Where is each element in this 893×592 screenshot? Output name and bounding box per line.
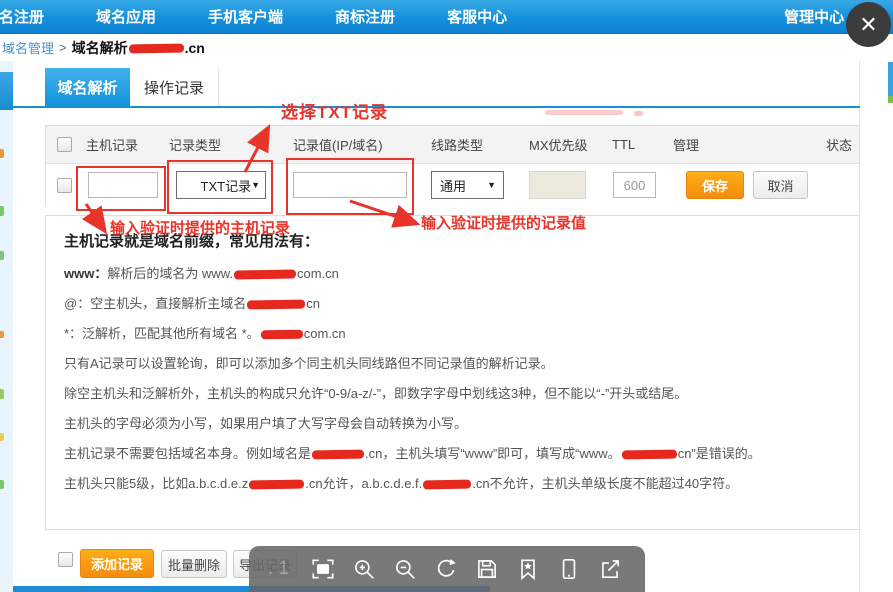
rotate-icon[interactable] (433, 556, 459, 582)
tab-underline (13, 106, 860, 108)
annotation-host-hint: 输入验证时提供的主机记录 (110, 217, 290, 238)
table-header-row: 主机记录 记录类型 记录值(IP/域名) 线路类型 MX优先级 TTL 管理 状… (46, 126, 859, 164)
bottom-select-checkbox[interactable] (58, 552, 73, 567)
redaction-scribble (312, 450, 364, 460)
dns-record-table: 主机记录 记录类型 记录值(IP/域名) 线路类型 MX优先级 TTL 管理 状… (45, 125, 860, 206)
redaction-scribble (249, 480, 304, 490)
cancel-button[interactable]: 取消 (753, 171, 808, 199)
new-record-row: TXT记录 ▼ 通用 ▼ 保存 取消 (46, 164, 859, 206)
fit-screen-icon[interactable] (310, 556, 336, 582)
nav-account-label: 管理中心 (784, 6, 844, 27)
batch-delete-button[interactable]: 批量删除 (161, 550, 227, 578)
top-nav: 域名注册 域名应用 手机客户端 商标注册 客服中心 管理中心 ▼ (0, 0, 893, 34)
row-checkbox[interactable] (57, 178, 72, 193)
annotation-value-hint: 输入验证时提供的记录值 (421, 212, 586, 233)
record-type-value: TXT记录 (201, 176, 252, 195)
redaction-scribble (622, 450, 677, 460)
tab-bar: 域名解析 操作记录 (45, 68, 219, 107)
zoom-out-icon[interactable] (392, 556, 418, 582)
close-button[interactable]: ✕ (846, 2, 891, 47)
redaction-scribble (247, 300, 305, 310)
chevron-down-icon: ▼ (251, 180, 260, 190)
col-header-line: 线路类型 (423, 135, 521, 154)
annotation-pink-dot (634, 111, 643, 116)
help-line-e: 主机头只能5级，比如a.b.c.d.e.z.cn允许，a.b.c.d.e.f..… (64, 474, 841, 493)
left-edge-strip (0, 61, 13, 592)
nav-item-trademark[interactable]: 商标注册 (335, 6, 395, 27)
col-header-mx: MX优先级 (521, 135, 604, 154)
col-header-host: 主机记录 (82, 135, 165, 154)
annotation-select-txt: 选择TXT记录 (281, 98, 388, 123)
col-header-manage: 管理 (665, 135, 819, 154)
help-line-a: 只有A记录可以设置轮询，即可以添加多个同主机头同线路但不同记录值的解析记录。 (64, 354, 841, 373)
help-panel: 主机记录就是域名前缀，常见用法有： www：解析后的域名为 www.com.cn… (45, 215, 860, 530)
redaction-scribble (129, 44, 184, 54)
right-edge-strip-green (888, 96, 893, 103)
tab-operation-log[interactable]: 操作记录 (130, 68, 219, 107)
col-header-status: 状态 (819, 135, 859, 154)
record-value-input[interactable] (293, 172, 407, 198)
annotation-pink-mark (545, 110, 623, 115)
col-header-value: 记录值(IP/域名) (285, 135, 423, 154)
select-all-checkbox[interactable] (57, 137, 72, 152)
redaction-scribble (234, 270, 296, 280)
save-button[interactable]: 保存 (686, 171, 744, 199)
close-icon: ✕ (859, 14, 877, 36)
share-icon[interactable] (597, 556, 623, 582)
tab-dns-resolution[interactable]: 域名解析 (45, 68, 130, 107)
nav-item-mobile-client[interactable]: 手机客户端 (208, 6, 283, 27)
right-edge-strip (888, 62, 893, 96)
add-record-button[interactable]: 添加记录 (80, 549, 154, 578)
page-title: 域名解析.cn (72, 38, 205, 58)
line-type-select[interactable]: 通用 ▼ (431, 171, 504, 199)
help-line-c: 主机头的字母必须为小写，如果用户填了大写字母会自动转换为小写。 (64, 414, 841, 433)
zoom-in-icon[interactable] (351, 556, 377, 582)
page-indicator: . 1 (268, 558, 289, 580)
left-strip-blue-block (0, 72, 13, 110)
col-header-ttl: TTL (604, 137, 665, 152)
page: 域名注册 域名应用 手机客户端 商标注册 客服中心 管理中心 ▼ ✕ 域名管理 … (0, 0, 893, 592)
nav-item-support-center[interactable]: 客服中心 (447, 6, 507, 27)
help-line-b: 除空主机头和泛解析外，主机头的构成只允许“0-9/a-z/-”，即数字字母中划线… (64, 384, 841, 403)
redaction-scribble (423, 480, 471, 490)
nav-item-domain-register[interactable]: 域名注册 (0, 6, 44, 27)
help-line-www: www：解析后的域名为 www.com.cn (64, 264, 841, 283)
help-line-at: @：空主机头，直接解析主域名cn (64, 294, 841, 313)
main-panel: 域名解析 操作记录 主机记录 记录类型 记录值(IP/域名) 线路类型 MX优先… (13, 61, 860, 592)
line-type-value: 通用 (440, 176, 466, 195)
col-header-type: 记录类型 (165, 135, 285, 154)
save-icon[interactable] (474, 556, 500, 582)
breadcrumb-separator: > (59, 40, 67, 55)
help-line-star: *：泛解析，匹配其他所有域名 *。com.cn (64, 324, 841, 343)
image-viewer-toolbar: . 1 (249, 546, 645, 592)
device-icon[interactable] (556, 556, 582, 582)
ttl-input[interactable] (613, 172, 656, 198)
nav-item-domain-apps[interactable]: 域名应用 (96, 6, 156, 27)
bookmark-icon[interactable] (515, 556, 541, 582)
chevron-down-icon: ▼ (487, 180, 496, 190)
breadcrumb-domain-management[interactable]: 域名管理 (2, 38, 54, 57)
help-line-d: 主机记录不需要包括域名本身。例如域名是.cn，主机头填写“www”即可，填写成“… (64, 444, 841, 463)
host-record-input[interactable] (88, 172, 158, 198)
breadcrumb: 域名管理 > 域名解析.cn (0, 34, 893, 61)
record-type-select[interactable]: TXT记录 ▼ (176, 171, 266, 199)
redaction-scribble (261, 330, 303, 340)
mx-priority-input-disabled (529, 171, 586, 199)
